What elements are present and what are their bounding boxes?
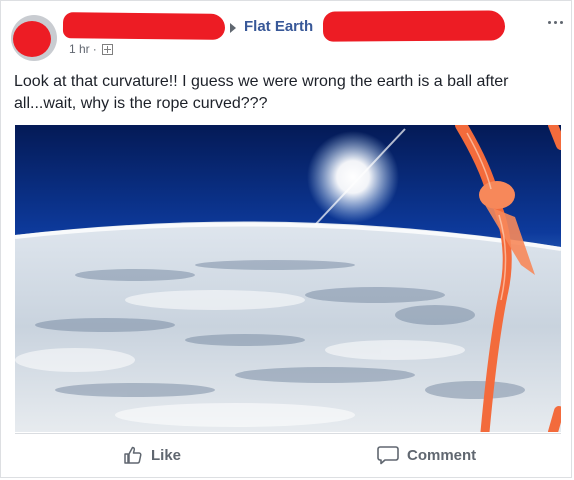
redaction-mark	[322, 10, 506, 42]
comment-button[interactable]: Comment	[377, 441, 476, 469]
shared-to-arrow-icon	[230, 23, 236, 33]
post-time[interactable]: 1 hr	[69, 42, 90, 56]
post-meta: 1 hr ·	[69, 42, 113, 56]
like-button[interactable]: Like	[123, 441, 181, 469]
group-name-link[interactable]: Flat Earth	[244, 18, 313, 35]
group-audience-icon[interactable]	[101, 43, 113, 55]
author-name-redaction	[62, 12, 226, 40]
comment-label: Comment	[407, 446, 477, 464]
comment-bubble-icon	[377, 446, 399, 465]
thumbs-up-icon	[124, 446, 142, 464]
meta-separator: ·	[92, 42, 97, 56]
like-label: Like	[151, 446, 182, 464]
action-divider	[15, 433, 561, 434]
post-card: Flat Earth 1 hr · Look at that curvature…	[0, 0, 572, 478]
avatar-redaction	[13, 21, 51, 57]
more-options-icon[interactable]	[545, 17, 565, 27]
post-photo[interactable]	[15, 125, 561, 432]
post-text: Look at that curvature!! I guess we were…	[14, 73, 509, 112]
author-avatar[interactable]	[11, 15, 57, 61]
